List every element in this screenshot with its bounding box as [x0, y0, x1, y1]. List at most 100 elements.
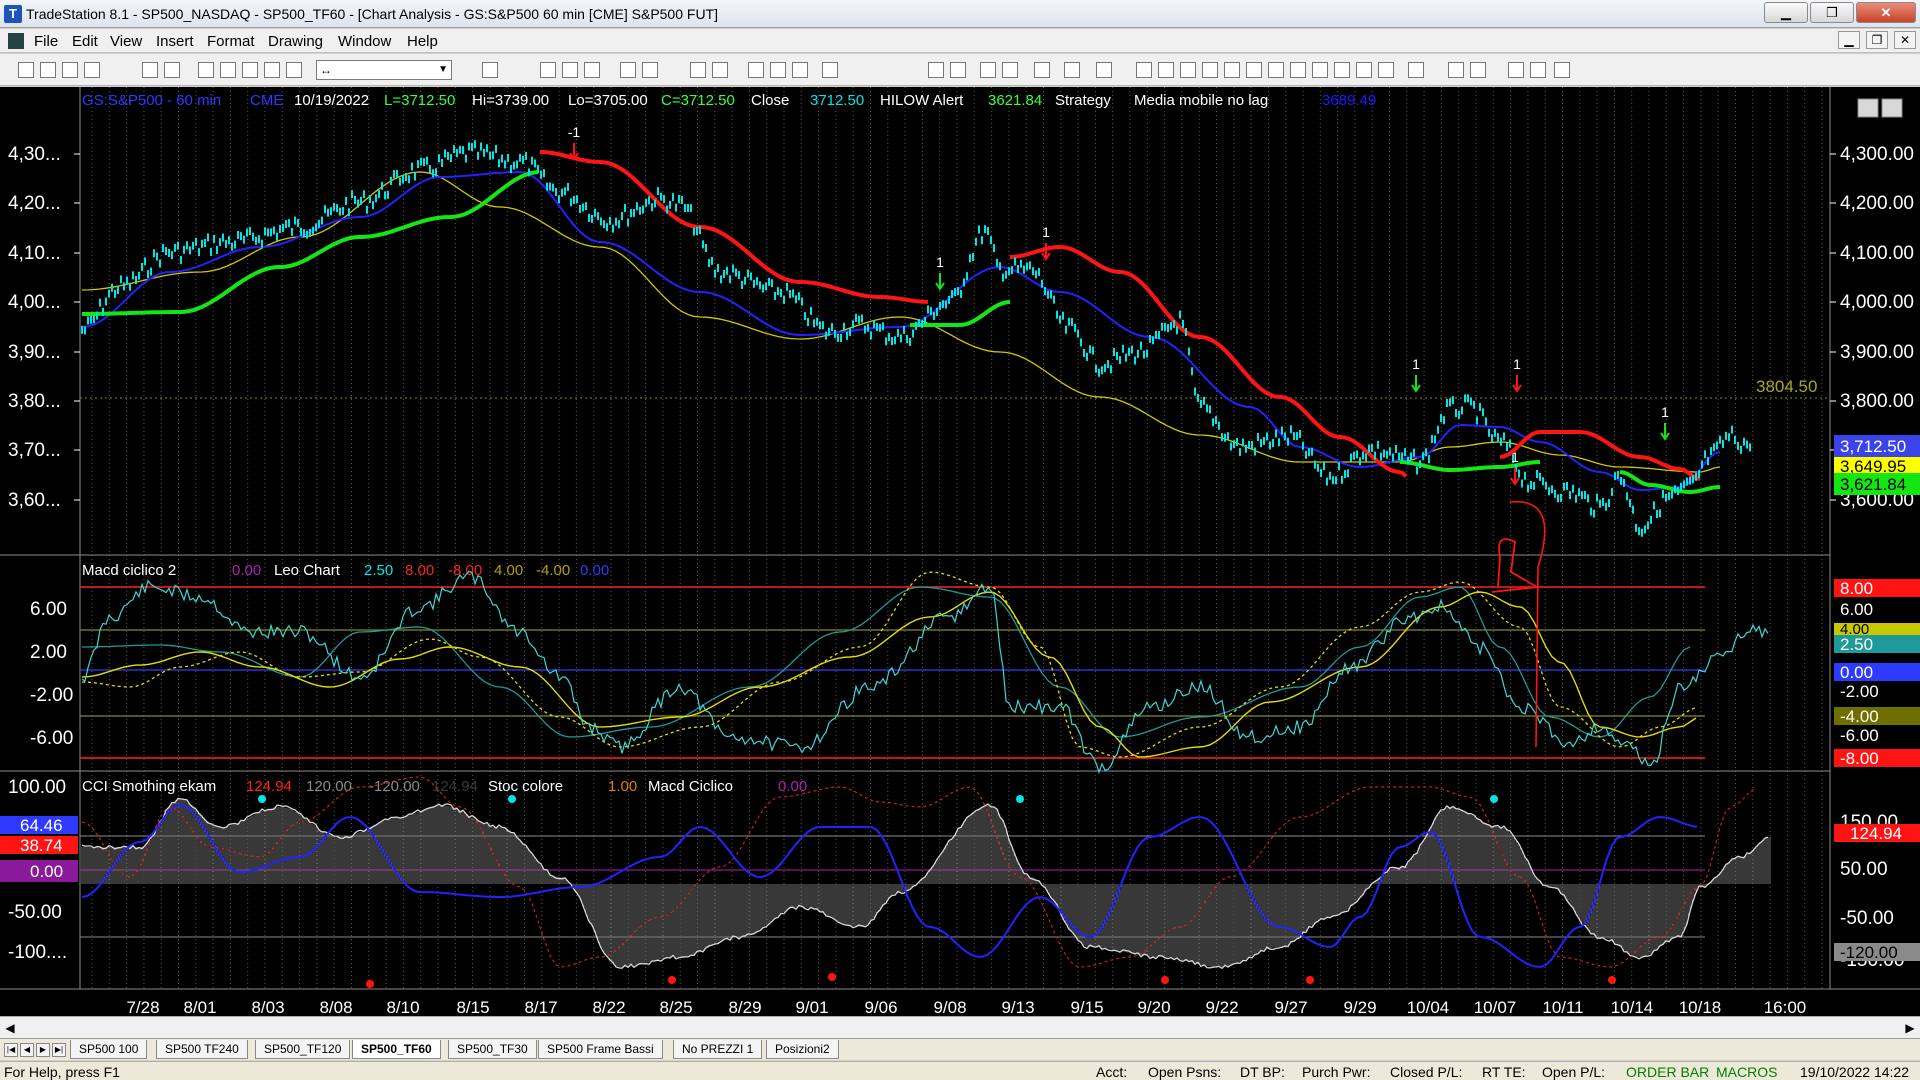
- trendline-icon[interactable]: [1136, 62, 1152, 78]
- x-axis-tick-label: 9/08: [933, 998, 966, 1017]
- alerts-icon[interactable]: [1064, 62, 1080, 78]
- tab-posizioni2[interactable]: Posizioni2: [766, 1040, 839, 1059]
- tab-no-prezzi-1[interactable]: No PREZZI 1: [673, 1040, 763, 1059]
- text-icon[interactable]: [1554, 62, 1570, 78]
- gann-icon[interactable]: [1224, 62, 1240, 78]
- mdi-close-button[interactable]: ✕: [1894, 31, 1916, 49]
- chart-icon[interactable]: [242, 62, 258, 78]
- macros-button[interactable]: MACROS: [1716, 1064, 1777, 1080]
- regression-icon[interactable]: [1334, 62, 1350, 78]
- horizontal-scrollbar[interactable]: ◀ ▶: [0, 1016, 1920, 1038]
- window-cascade-icon[interactable]: [220, 62, 236, 78]
- insert-strategy-icon[interactable]: [584, 62, 600, 78]
- menu-insert[interactable]: Insert: [156, 33, 194, 50]
- tab-sp500-tf60[interactable]: SP500_TF60: [352, 1040, 441, 1059]
- tab-sp500-tf30[interactable]: SP500_TF30: [448, 1040, 537, 1059]
- tab-next-arrow[interactable]: ▶: [36, 1043, 50, 1057]
- tools-icon[interactable]: [1034, 62, 1050, 78]
- tab-prev-arrow[interactable]: ◀: [20, 1043, 34, 1057]
- expand-icon[interactable]: [642, 62, 658, 78]
- menu-help[interactable]: Help: [407, 33, 438, 50]
- mdi-restore-button[interactable]: ❐: [1866, 31, 1888, 49]
- tab-sp500-tf240[interactable]: SP500 TF240: [156, 1040, 248, 1059]
- scroll-left-arrow[interactable]: ◀: [2, 1020, 18, 1036]
- price-axis-right-label: 4,100.00: [1840, 243, 1914, 264]
- arrow-up-icon[interactable]: [1470, 62, 1486, 78]
- scroll-right-arrow[interactable]: ▶: [1902, 1020, 1918, 1036]
- macd-axis-left-label: 6.00: [30, 599, 67, 620]
- menu-edit[interactable]: Edit: [72, 33, 98, 50]
- minimize-button[interactable]: ▁: [1764, 2, 1808, 23]
- x-axis-tick-label: 8/08: [319, 998, 352, 1017]
- arc-icon[interactable]: [1408, 62, 1424, 78]
- media-mobile-no-lag-line: [81, 170, 1721, 492]
- x-axis-tick-label: 8/01: [183, 998, 216, 1017]
- scroll-left-icon[interactable]: [748, 62, 764, 78]
- tab-sp500-tf120[interactable]: SP500_TF120: [255, 1040, 351, 1059]
- compress-icon[interactable]: [620, 62, 636, 78]
- cycle-icon[interactable]: [1356, 62, 1372, 78]
- print-icon[interactable]: [164, 62, 180, 78]
- close-value-label: C=3712.50: [661, 92, 735, 109]
- pointer-icon[interactable]: [980, 62, 996, 78]
- fibonacci-icon[interactable]: [1202, 62, 1218, 78]
- ellipse-icon[interactable]: [1508, 62, 1524, 78]
- print-preview-icon[interactable]: [142, 62, 158, 78]
- horizontal-line-icon[interactable]: [1180, 62, 1196, 78]
- refresh-icon[interactable]: [822, 62, 838, 78]
- window-tile-icon[interactable]: [198, 62, 214, 78]
- yellow-moving-average: [81, 171, 1721, 473]
- grid-icon[interactable]: [264, 62, 280, 78]
- scroll-right-icon[interactable]: [770, 62, 786, 78]
- order-bar-button[interactable]: ORDER BAR: [1626, 1064, 1709, 1080]
- menu-view[interactable]: View: [110, 33, 142, 50]
- mdi-minimize-button[interactable]: ▁: [1838, 31, 1860, 49]
- scroll-end-icon[interactable]: [792, 62, 808, 78]
- rectangle-icon[interactable]: [1530, 62, 1546, 78]
- andrews-pitchfork-icon[interactable]: [1290, 62, 1306, 78]
- tab-sp500-100[interactable]: SP500 100: [70, 1040, 148, 1059]
- menu-window[interactable]: Window: [338, 33, 391, 50]
- date-label: 10/19/2022: [294, 92, 369, 109]
- menu-drawing[interactable]: Drawing: [268, 33, 323, 50]
- tab-first-arrow[interactable]: |◀: [4, 1043, 18, 1057]
- chart-analysis-window[interactable]: GS:S&P500 - 60 min CME 10/19/2022 L=3712…: [0, 87, 1920, 1024]
- new-icon[interactable]: [18, 62, 34, 78]
- cci-left-badge-0-text: 64.46: [20, 816, 63, 835]
- symbol-combo[interactable]: ↔ ▼: [316, 60, 452, 80]
- chart-restore-button[interactable]: [1881, 98, 1903, 118]
- zoom-in-icon[interactable]: [928, 62, 944, 78]
- insert-indicator-icon[interactable]: [562, 62, 578, 78]
- maximize-button[interactable]: ❒: [1810, 2, 1854, 23]
- macd-badge-m4-text: -4.00: [1840, 707, 1879, 726]
- tab-sp500-frame-bassi[interactable]: SP500 Frame Bassi: [538, 1040, 663, 1059]
- chart-window-icon[interactable]: [8, 33, 24, 49]
- arrow-down-icon[interactable]: [1448, 62, 1464, 78]
- chart-minimize-button[interactable]: [1857, 98, 1879, 118]
- channel-icon[interactable]: [1246, 62, 1262, 78]
- price-axis-left-label: 3,60...: [8, 490, 61, 511]
- close-button[interactable]: ✕: [1856, 2, 1916, 23]
- zoom-out-icon[interactable]: [950, 62, 966, 78]
- close-word-label: Close: [751, 92, 789, 109]
- speedline-icon[interactable]: [1268, 62, 1284, 78]
- save-icon[interactable]: [62, 62, 78, 78]
- save-as-icon[interactable]: [84, 62, 100, 78]
- arrow-lr-icon[interactable]: [1312, 62, 1328, 78]
- tab-last-arrow[interactable]: ▶|: [52, 1043, 66, 1057]
- open-icon[interactable]: [40, 62, 56, 78]
- hand-icon[interactable]: [1096, 62, 1112, 78]
- plugins-icon[interactable]: [286, 62, 302, 78]
- bar-chart-icon[interactable]: [690, 62, 706, 78]
- menu-file[interactable]: File: [34, 33, 58, 50]
- crosshair-icon[interactable]: [1002, 62, 1018, 78]
- menu-format[interactable]: Format: [207, 33, 255, 50]
- format-symbol-icon[interactable]: [540, 62, 556, 78]
- find-icon[interactable]: [482, 62, 498, 78]
- candle-icon[interactable]: [712, 62, 728, 78]
- vertical-line-icon[interactable]: [1158, 62, 1174, 78]
- x-axis-tick-label: 9/20: [1137, 998, 1170, 1017]
- pencil-icon[interactable]: [1378, 62, 1394, 78]
- signal-label: 1: [936, 254, 944, 270]
- chart-canvas[interactable]: GS:S&P500 - 60 min CME 10/19/2022 L=3712…: [0, 87, 1920, 1024]
